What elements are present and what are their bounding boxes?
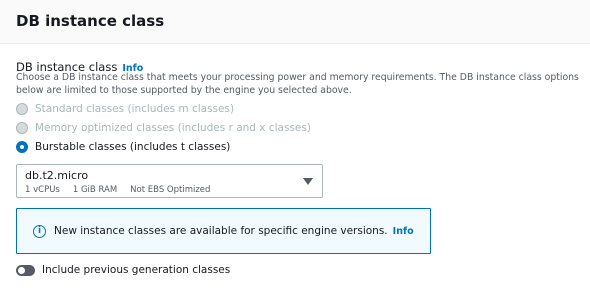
info-alert: i New instance classes are available for…	[16, 208, 431, 254]
ram-amount: 1 GiB RAM	[72, 185, 118, 195]
section-header: DB instance class	[0, 0, 590, 44]
radio-label: Standard classes (includes m classes)	[35, 103, 235, 115]
field-description: Choose a DB instance class that meets yo…	[16, 72, 579, 96]
previous-generation-toggle[interactable]	[16, 264, 35, 276]
alert-info-link[interactable]: Info	[393, 226, 414, 237]
alert-message: New instance classes are available for s…	[54, 225, 414, 237]
ebs-status: Not EBS Optimized	[130, 185, 211, 195]
radio-button[interactable]	[16, 103, 28, 115]
toggle-knob	[18, 266, 25, 274]
instance-class-select[interactable]: db.t2.micro 1 vCPUs 1 GiB RAM Not EBS Op…	[16, 164, 323, 198]
section-title: DB instance class	[16, 12, 165, 30]
radio-label: Memory optimized classes (includes r and…	[35, 122, 311, 134]
radio-button-selected[interactable]	[16, 141, 28, 153]
radio-burstable-classes[interactable]: Burstable classes (includes t classes)	[16, 139, 230, 155]
alert-text: New instance classes are available for s…	[54, 225, 388, 237]
radio-standard-classes[interactable]: Standard classes (includes m classes)	[16, 101, 234, 117]
radio-button[interactable]	[16, 122, 28, 134]
toggle-label: Include previous generation classes	[42, 264, 231, 276]
vcpu-count: 1 vCPUs	[25, 185, 60, 195]
caret-down-icon[interactable]	[303, 178, 313, 185]
radio-memory-optimized-classes[interactable]: Memory optimized classes (includes r and…	[16, 120, 311, 136]
radio-label: Burstable classes (includes t classes)	[35, 141, 231, 153]
select-value: db.t2.micro	[25, 169, 89, 182]
info-circle-icon: i	[33, 225, 46, 238]
previous-generation-toggle-row[interactable]: Include previous generation classes	[16, 263, 230, 277]
select-meta: 1 vCPUs 1 GiB RAM Not EBS Optimized	[25, 185, 223, 195]
